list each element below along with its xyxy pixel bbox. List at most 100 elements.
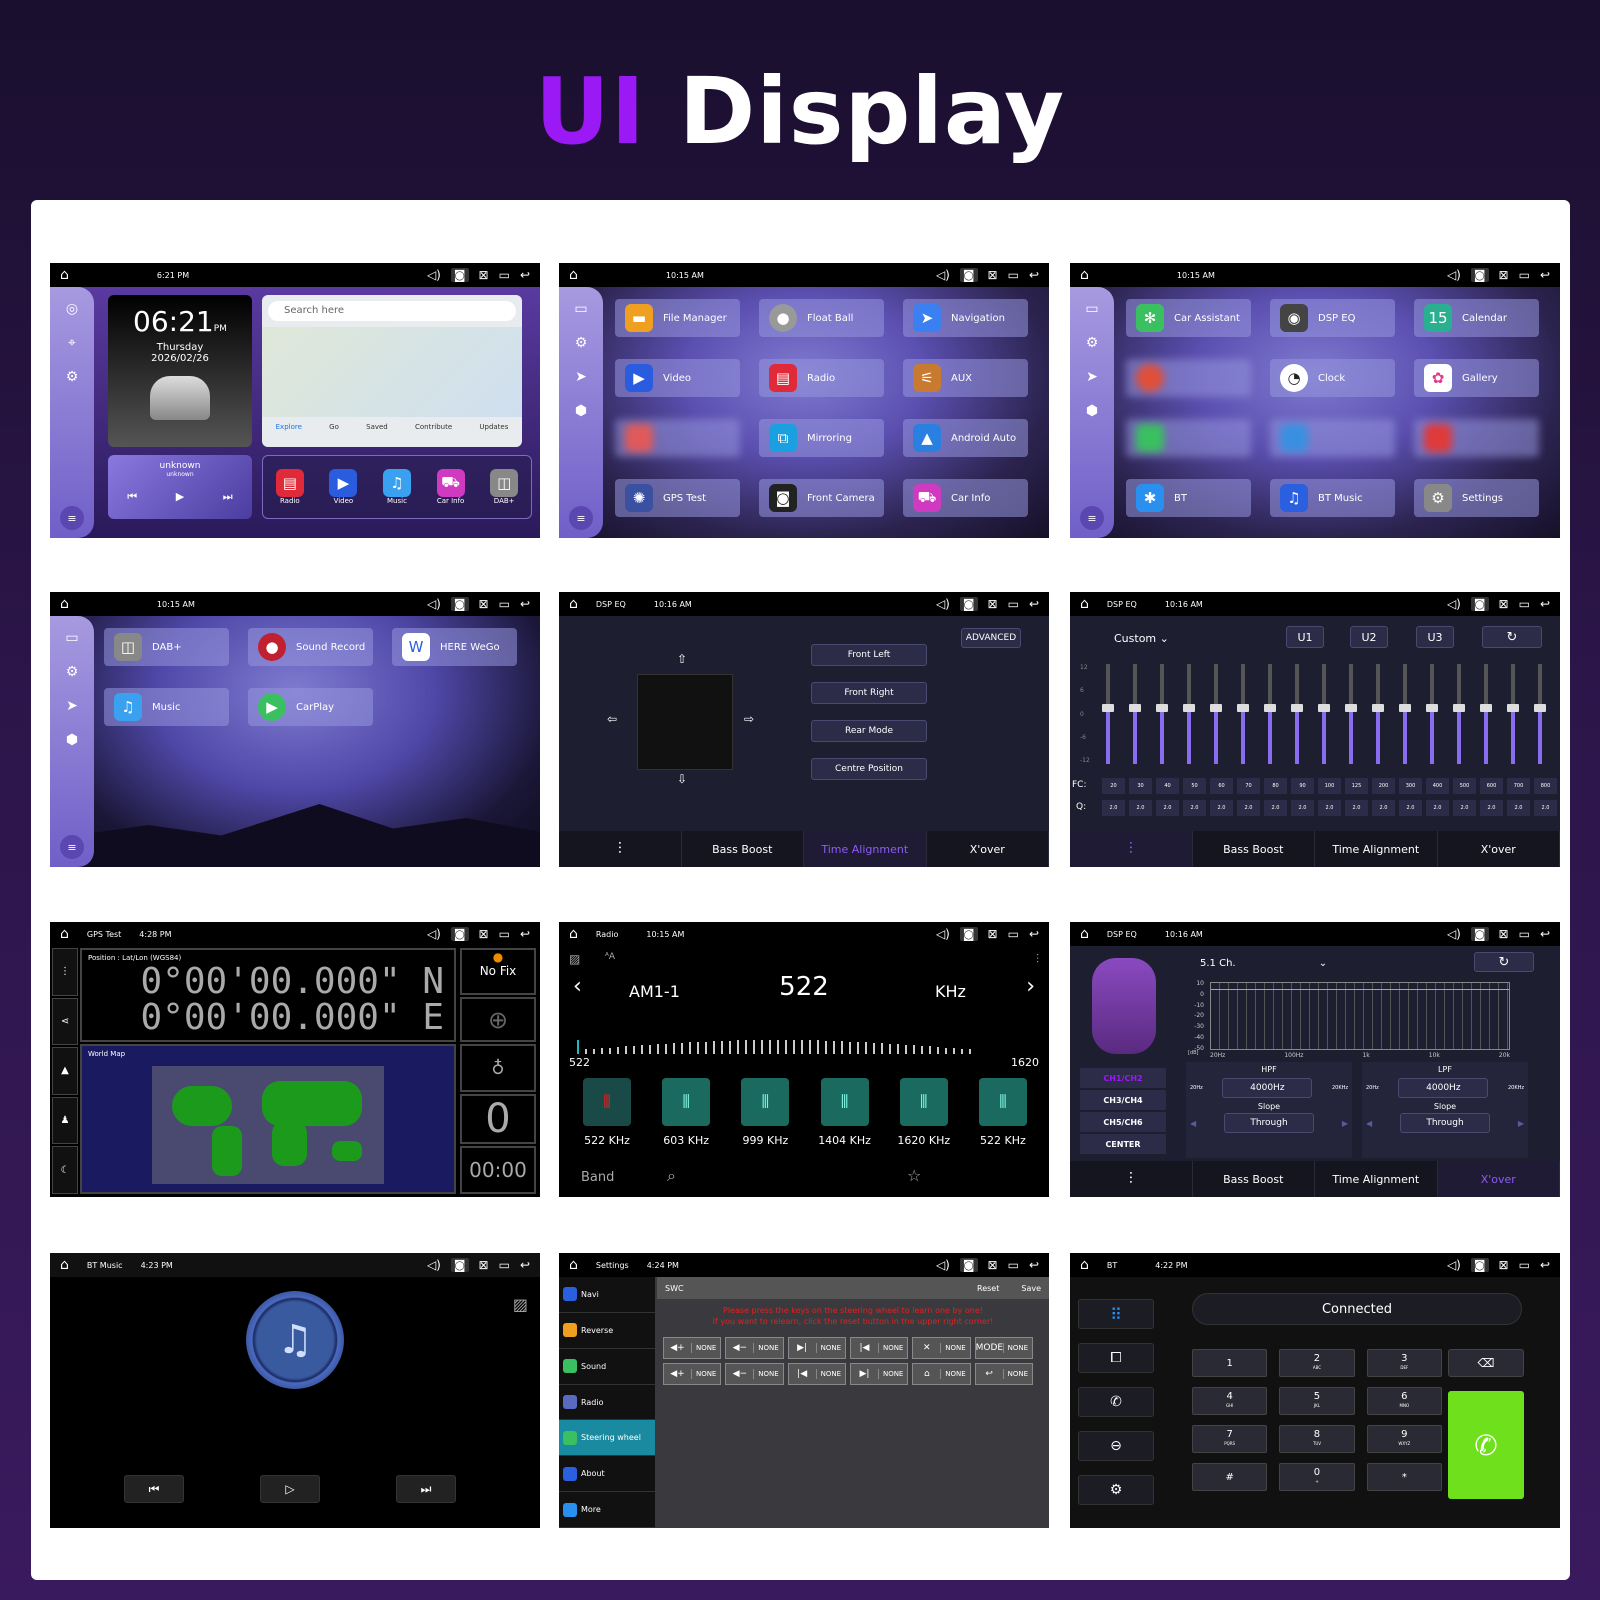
fc-value[interactable]: 400 [1426,778,1449,794]
channel-button[interactable]: CENTER [1080,1134,1166,1154]
lpf-slope[interactable]: Through [1400,1113,1490,1133]
close-icon[interactable]: ⊠ [1499,1258,1509,1272]
eq-slider-knob[interactable] [1399,704,1411,712]
settings-menu-item[interactable]: About [559,1456,655,1493]
q-value[interactable]: 2.0 [1399,800,1422,816]
window-icon[interactable]: ▭ [1008,1258,1019,1272]
centre-position-button[interactable]: Centre Position [811,758,927,780]
left-arrow-icon[interactable]: ⇦ [607,712,617,726]
swc-key[interactable]: ▶| NONE [787,1337,846,1359]
swc-key[interactable]: MODE NONE [974,1337,1033,1359]
fc-value[interactable]: 40 [1156,778,1179,794]
eq-band-slider[interactable] [1318,664,1330,764]
swc-key[interactable]: ⌂ NONE [912,1363,971,1385]
back-icon[interactable]: ↩ [1540,597,1550,611]
rear-mode-button[interactable]: Rear Mode [811,720,927,742]
search-input[interactable]: Search here [268,301,516,321]
volume-icon[interactable]: ◁) [1447,1258,1461,1272]
eq-slider-knob[interactable] [1183,704,1195,712]
eq-band-slider[interactable] [1129,664,1141,764]
volume-icon[interactable]: ◁) [1447,268,1461,282]
keypad-key[interactable]: 5 JKL [1279,1387,1355,1415]
map-tab-updates[interactable]: Updates [479,423,508,431]
down-arrow-icon[interactable]: ⇩ [677,772,687,786]
save-button[interactable]: Save [1021,1284,1041,1293]
eq-slider-knob[interactable] [1426,704,1438,712]
settings-menu-item[interactable]: Sound [559,1349,655,1385]
eq-band-slider[interactable] [1210,664,1222,764]
volume-icon[interactable]: ◁) [936,927,950,941]
window-icon[interactable]: ▭ [1519,597,1530,611]
home-icon[interactable]: ⌂ [1080,267,1089,283]
keypad-key[interactable]: 4 GHI [1192,1387,1268,1415]
swc-key[interactable]: ◀− NONE [725,1363,784,1385]
swc-key[interactable]: |◀ NONE [787,1363,846,1385]
app-blurred[interactable] [1270,419,1395,457]
settings-menu-item[interactable]: Steering wheel [559,1420,655,1457]
lpf-slope-right-icon[interactable]: ▶ [1518,1119,1524,1128]
volume-icon[interactable]: ◁) [1447,927,1461,941]
eq-band-slider[interactable] [1507,664,1519,764]
q-value[interactable]: 2.0 [1345,800,1368,816]
screenshot-icon[interactable]: ◙ [959,597,978,611]
eq-band-slider[interactable] [1345,664,1357,764]
app-bt-music[interactable]: ♫ BT Music [1270,479,1395,517]
app-gallery[interactable]: ✿ Gallery [1414,359,1539,397]
back-icon[interactable]: ↩ [1540,268,1550,282]
keypad-key[interactable]: 2 ABC [1279,1349,1355,1377]
volume-icon[interactable]: ◁) [427,927,441,941]
media-widget[interactable]: unknown unknown ⏮ ▶ ⏭ [108,455,252,519]
close-icon[interactable]: ⊠ [479,927,489,941]
app-carplay[interactable]: ▶ CarPlay [248,688,373,726]
eq-band-slider[interactable] [1183,664,1195,764]
eq-band-slider[interactable] [1372,664,1384,764]
preset-station[interactable]: ⦀ 522 KHz [971,1078,1035,1147]
window-icon[interactable]: ▭ [1008,597,1019,611]
close-icon[interactable]: ⊠ [1499,927,1509,941]
dock-music[interactable]: ♫ Music [382,469,411,505]
back-icon[interactable]: ↩ [520,597,530,611]
tab-time-alignment[interactable]: Time Alignment [1315,1161,1438,1197]
tab-bass-boost[interactable]: Bass Boost [1193,1161,1315,1197]
close-icon[interactable]: ⊠ [479,597,489,611]
folder-icon[interactable]: ▭ [65,630,78,646]
back-icon[interactable]: ↩ [520,927,530,941]
tab-time-alignment[interactable]: Time Alignment [1315,831,1438,867]
swc-key[interactable]: ▶| NONE [849,1363,909,1385]
app-blurred[interactable] [1126,359,1251,397]
folder-icon[interactable]: ▭ [1085,301,1098,317]
home-icon[interactable]: ⌂ [569,926,578,942]
tab-xover[interactable]: X'over [1438,831,1560,867]
q-value[interactable]: 2.0 [1480,800,1503,816]
eq-slider-knob[interactable] [1372,704,1384,712]
screenshot-icon[interactable]: ◙ [450,927,469,941]
back-icon[interactable]: ↩ [1029,597,1039,611]
q-value[interactable]: 2.0 [1453,800,1476,816]
app-blurred[interactable] [615,419,740,457]
home-icon[interactable]: ⌂ [1080,1257,1089,1273]
back-icon[interactable]: ↩ [520,1258,530,1272]
q-value[interactable]: 2.0 [1534,800,1557,816]
hpf-slope-right-icon[interactable]: ▶ [1342,1119,1348,1128]
screenshot-icon[interactable]: ◙ [959,1258,978,1272]
user-preset-2[interactable]: U2 [1350,626,1388,648]
app-blurred[interactable] [1126,419,1251,457]
volume-icon[interactable]: ◁) [936,1258,950,1272]
share-icon[interactable]: ⋖ [52,997,78,1046]
eq-band-slider[interactable] [1534,664,1546,764]
compass-icon[interactable]: ◎ [66,301,78,317]
font-size-icon[interactable]: ᴬA [605,952,615,962]
prev-track-button[interactable]: ⏮ [124,1475,184,1503]
app-car-info[interactable]: ⛟ Car Info [903,479,1028,517]
image-icon[interactable]: ▨ [513,1295,528,1314]
home-icon[interactable]: ⌂ [60,926,69,942]
clock-widget[interactable]: 06:21PM Thursday 2026/02/26 [108,295,252,447]
advanced-button[interactable]: ADVANCED [961,628,1021,648]
volume-icon[interactable]: ◁) [427,597,441,611]
nav-icon[interactable]: ➤ [66,698,78,714]
volume-icon[interactable]: ◁) [936,268,950,282]
keypad-key[interactable]: 1 [1192,1349,1268,1377]
eq-band-slider[interactable] [1102,664,1114,764]
screenshot-icon[interactable]: ◙ [450,268,469,282]
backspace-icon[interactable]: ⌫ [1448,1349,1524,1377]
